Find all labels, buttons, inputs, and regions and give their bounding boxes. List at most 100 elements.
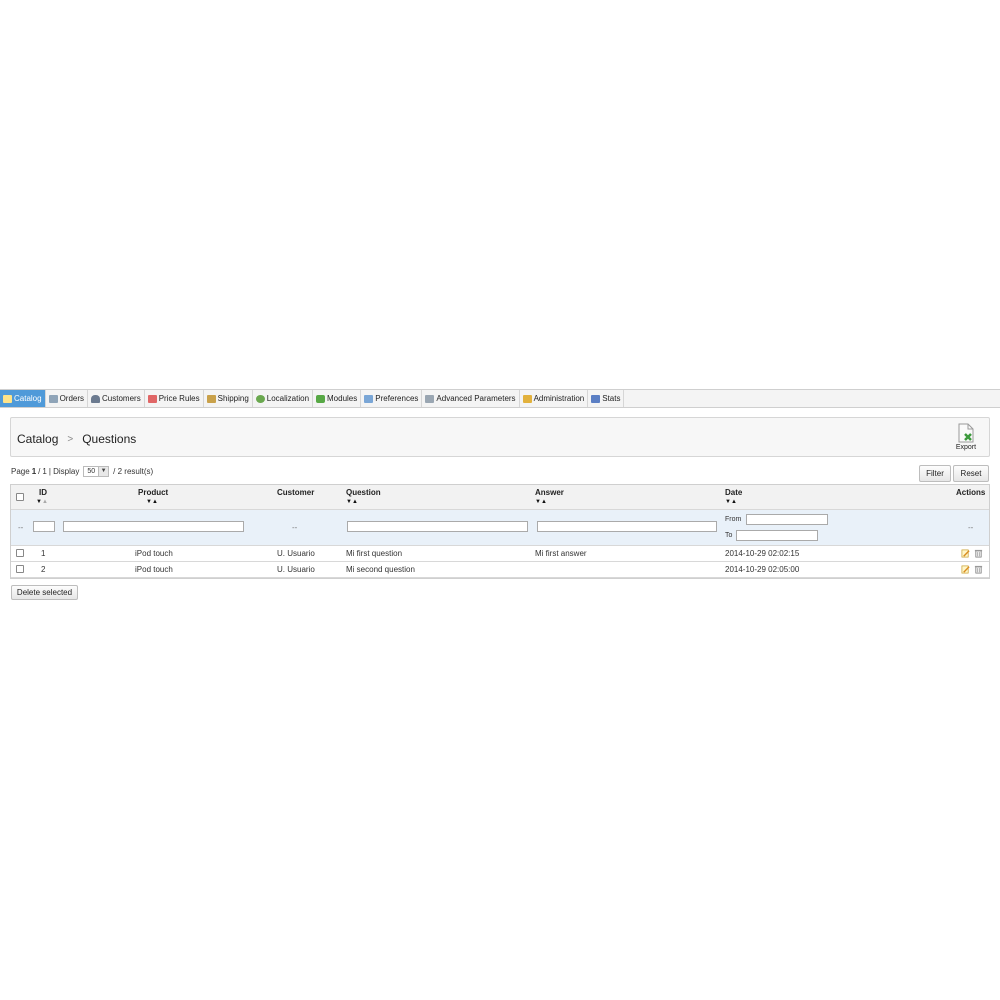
select-all-checkbox[interactable]: [16, 493, 24, 501]
page-separator: /: [38, 467, 41, 476]
filter-placeholder: --: [18, 523, 24, 532]
export-button[interactable]: Export: [953, 423, 979, 451]
tab-advanced-parameters[interactable]: Advanced Parameters: [422, 390, 520, 407]
page-title: Questions: [82, 432, 137, 446]
cell-id: 1: [41, 549, 46, 558]
column-header-answer: Answer: [535, 488, 564, 497]
display-label: | Display: [48, 467, 80, 476]
delete-icon[interactable]: [974, 549, 983, 558]
tab-label: Shipping: [217, 394, 249, 403]
page-total: 1: [42, 467, 47, 476]
tab-label: Localization: [266, 394, 310, 403]
key-icon: [522, 394, 532, 403]
per-page-value: 50: [87, 468, 96, 475]
table-row[interactable]: 1 iPod touch U. Usuario Mi first questio…: [11, 546, 989, 562]
cell-product: iPod touch: [135, 565, 173, 574]
column-header-product: Product: [138, 488, 169, 497]
date-from-input[interactable]: [746, 514, 828, 525]
breadcrumb-parent[interactable]: Catalog: [17, 432, 58, 446]
bar-chart-icon: [591, 394, 601, 403]
delete-selected-button[interactable]: Delete selected: [11, 585, 78, 600]
tab-label: Advanced Parameters: [436, 394, 516, 403]
tab-shipping[interactable]: Shipping: [204, 390, 253, 407]
cell-product: iPod touch: [135, 549, 173, 558]
truck-icon: [206, 394, 216, 403]
breadcrumb-separator: >: [67, 433, 74, 445]
tab-label: Modules: [327, 394, 358, 403]
chevron-down-icon: ▼: [98, 467, 109, 476]
cell-answer: Mi first answer: [535, 549, 587, 558]
questions-table: ID ▼▲ Product ▼▲ Customer Question ▼▲ An…: [10, 484, 990, 579]
per-page-select[interactable]: 50 ▼: [83, 466, 110, 477]
edit-icon[interactable]: [961, 565, 970, 574]
column-header-customer: Customer: [277, 488, 315, 497]
main-menu: Catalog Orders Customers Price Rules Shi…: [0, 389, 1000, 408]
filter-id-input[interactable]: [33, 521, 55, 532]
wrench-icon: [425, 394, 435, 403]
date-to-input[interactable]: [736, 530, 818, 541]
tab-stats[interactable]: Stats: [588, 390, 625, 407]
price-tag-icon: [147, 394, 157, 403]
pagination: Page 1 / 1 | Display 50 ▼ / 2 result(s): [11, 466, 153, 477]
cell-customer: U. Usuario: [277, 565, 315, 574]
tab-localization[interactable]: Localization: [253, 390, 314, 407]
date-to-label: To: [725, 532, 733, 539]
tab-catalog[interactable]: Catalog: [0, 390, 46, 407]
sort-id[interactable]: ▼▲: [36, 499, 48, 505]
column-header-id: ID: [39, 488, 47, 497]
filter-product-input[interactable]: [63, 521, 244, 532]
edit-icon[interactable]: [961, 549, 970, 558]
row-checkbox[interactable]: [16, 549, 24, 557]
filter-button[interactable]: Filter: [919, 465, 951, 482]
breadcrumb: Catalog > Questions: [17, 432, 136, 446]
cell-question: Mi first question: [346, 549, 403, 558]
row-checkbox[interactable]: [16, 565, 24, 573]
filter-row: -- -- From To --: [11, 510, 989, 546]
sort-product[interactable]: ▼▲: [146, 499, 158, 505]
filter-customer-placeholder: --: [292, 523, 298, 532]
filter-question-input[interactable]: [347, 521, 528, 532]
tab-label: Orders: [59, 394, 85, 403]
column-header-actions: Actions: [956, 488, 986, 497]
page-toolbar: Catalog > Questions Export: [10, 417, 990, 457]
cell-customer: U. Usuario: [277, 549, 315, 558]
sort-answer[interactable]: ▼▲: [535, 499, 547, 505]
page-prefix: Page: [11, 467, 30, 476]
puzzle-icon: [316, 394, 326, 403]
date-from-label: From: [725, 516, 742, 523]
cell-id: 2: [41, 565, 46, 574]
filter-actions-placeholder: --: [968, 523, 974, 532]
tab-label: Administration: [533, 394, 585, 403]
table-row[interactable]: 2 iPod touch U. Usuario Mi second questi…: [11, 562, 989, 578]
sort-question[interactable]: ▼▲: [346, 499, 358, 505]
page-current: 1: [31, 467, 37, 476]
column-header-date: Date: [725, 488, 743, 497]
cell-date: 2014-10-29 02:02:15: [725, 549, 800, 558]
tab-orders[interactable]: Orders: [46, 390, 89, 407]
result-count: / 2 result(s): [113, 467, 154, 476]
tab-price-rules[interactable]: Price Rules: [145, 390, 204, 407]
globe-icon: [255, 394, 265, 403]
tab-modules[interactable]: Modules: [313, 390, 362, 407]
tab-label: Customers: [102, 394, 141, 403]
tab-label: Stats: [602, 394, 621, 403]
filter-answer-input[interactable]: [537, 521, 717, 532]
table-header: ID ▼▲ Product ▼▲ Customer Question ▼▲ An…: [11, 485, 989, 510]
sort-date[interactable]: ▼▲: [725, 499, 737, 505]
user-icon: [91, 394, 101, 403]
tab-label: Preferences: [375, 394, 419, 403]
monitor-icon: [364, 394, 374, 403]
column-header-question: Question: [346, 488, 381, 497]
tab-preferences[interactable]: Preferences: [361, 390, 423, 407]
export-icon: [958, 423, 974, 443]
folder-icon: [3, 394, 12, 403]
admin-page: Catalog Orders Customers Price Rules Shi…: [0, 389, 1000, 600]
delete-icon[interactable]: [974, 565, 983, 574]
tab-label: Catalog: [14, 394, 42, 403]
tab-administration[interactable]: Administration: [520, 390, 589, 407]
cell-date: 2014-10-29 02:05:00: [725, 565, 800, 574]
tab-customers[interactable]: Customers: [88, 390, 145, 407]
export-label: Export: [955, 444, 977, 451]
reset-button[interactable]: Reset: [953, 465, 989, 482]
cell-question: Mi second question: [346, 565, 415, 574]
